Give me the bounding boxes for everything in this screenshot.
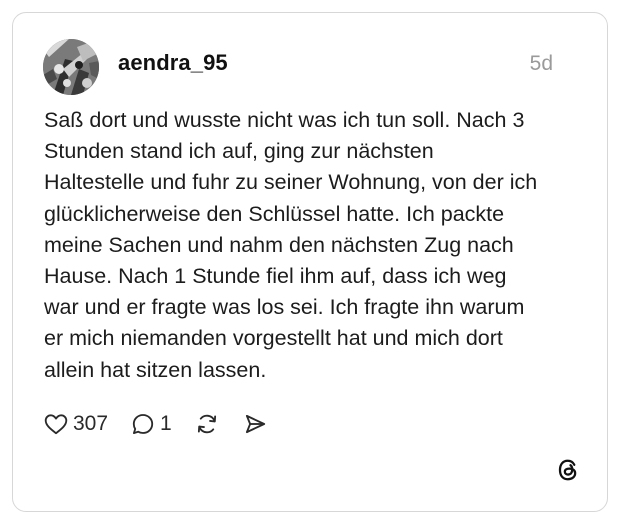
share-button[interactable]: [242, 411, 268, 437]
post-text-line: glücklicherweise den Schlüssel hatte. Ic…: [44, 201, 505, 226]
repost-button[interactable]: [194, 411, 220, 437]
post-body: Saß dort und wusste nicht was ich tun so…: [44, 105, 584, 386]
post-text-line: meine Sachen und nahm den nächsten Zug n…: [44, 232, 514, 257]
heart-icon: [43, 411, 69, 437]
avatar[interactable]: [43, 39, 99, 95]
post-text-line: allein hat sitzen lassen.: [44, 357, 267, 382]
repost-icon: [194, 411, 220, 437]
comment-icon: [130, 411, 156, 437]
reply-count: 1: [160, 412, 172, 435]
post-text-line: Saß dort und wusste nicht was ich tun so…: [44, 108, 525, 132]
post-text-line: war und er fragte was los sei. Ich fragt…: [44, 295, 525, 320]
threads-logo-icon: [555, 457, 581, 483]
reply-button[interactable]: 1: [130, 411, 172, 437]
post-text-line: Haltestelle und fuhr zu seiner Wohnung, …: [44, 170, 538, 195]
post-text-line: Stunden stand ich auf, ging zur nächsten: [44, 139, 434, 164]
post-actions: 307 1: [43, 409, 290, 439]
post-text-line: er mich niemanden vorgestellt hat und mi…: [44, 326, 503, 351]
post-text-line: Hause. Nach 1 Stunde fiel ihm auf, dass …: [44, 264, 507, 289]
post-card: aendra_95 5d Saß dort und wusste nicht w…: [12, 12, 608, 512]
like-count: 307: [73, 412, 109, 435]
username[interactable]: aendra_95: [118, 50, 228, 76]
post-timestamp: 5d: [529, 52, 553, 75]
send-icon: [242, 411, 268, 437]
like-button[interactable]: 307: [43, 411, 108, 437]
avatar-image: [43, 39, 99, 95]
